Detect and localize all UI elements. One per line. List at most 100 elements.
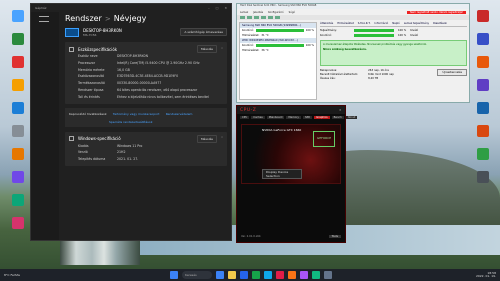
disk-health-bar — [255, 44, 304, 47]
app-icon — [12, 56, 24, 68]
taskbar-app-icon[interactable] — [228, 271, 236, 279]
breadcrumb-parent[interactable]: Rendszer — [65, 14, 102, 23]
link-system-protection[interactable]: Rendszervédelem — [166, 112, 193, 116]
cpuz-tab[interactable]: Bench — [331, 116, 344, 119]
toolbar-icon[interactable] — [268, 16, 273, 19]
disk-health-bar — [255, 29, 304, 32]
settings-window: Gépház – □ ✕ Rendszer > Névjegy DESKTOP-… — [30, 3, 232, 241]
cpuz-tab[interactable]: Mainboard — [266, 116, 285, 119]
hds-tab[interactable]: Napló — [392, 22, 399, 25]
spec-value: 16,0 GB — [117, 67, 130, 72]
spec-row: Memória mérete 16,0 GB — [69, 67, 223, 74]
rescan-button[interactable]: Újraszkennelés — [437, 69, 467, 76]
windows-spec-title: Windows-specifikáció — [78, 136, 121, 142]
chevron-up-icon[interactable]: ˄ — [221, 47, 223, 52]
hds-tab[interactable]: Lemez teljesítmény — [404, 22, 429, 25]
start-icon[interactable] — [170, 271, 178, 279]
hds-tab[interactable]: Hőmérséklet — [337, 22, 354, 25]
toolbar-icon[interactable] — [247, 16, 252, 19]
menu-help[interactable]: Súgó — [289, 11, 295, 14]
desktop-shortcut[interactable] — [468, 10, 498, 30]
window-title: Gépház — [35, 6, 47, 10]
menu-config[interactable]: Konfiguráció — [268, 11, 284, 14]
link-advanced-system-settings[interactable]: Speciális rendszerbeállítások — [109, 120, 152, 124]
spec-value: Ehhez a kijelzőhöz nincs tollbevitel, se… — [117, 94, 209, 99]
toolbar-icon[interactable] — [275, 16, 280, 19]
clock-date[interactable]: 2022. 01. 19. — [476, 274, 496, 279]
app-icon — [477, 56, 489, 68]
spec-value: Intel(R) Core(TM) i5-9400 CPU @ 2.90GHz … — [117, 60, 200, 65]
toolbar-icon[interactable] — [261, 16, 266, 19]
cpuz-tab[interactable]: About — [345, 116, 358, 119]
toolbar-icon[interactable] — [254, 16, 259, 19]
taskbar-app-icon[interactable] — [264, 271, 272, 279]
taskbar-app-icon[interactable] — [276, 271, 284, 279]
device-spec-header[interactable]: Eszközspecifikációk Másolás ˄ — [69, 45, 223, 53]
desktop-shortcut[interactable] — [468, 102, 498, 122]
spec-row: Rendszer típusa 64 bites operációs rendsz… — [69, 87, 223, 94]
desktop-shortcut[interactable] — [468, 79, 498, 99]
hd-sentinel-window: Hard Disk Sentinel 6.01 PRO - Samsung SS… — [236, 3, 470, 103]
cpuz-tab[interactable]: CPU — [240, 116, 250, 119]
minimize-icon[interactable]: – — [208, 6, 210, 10]
cpuz-tab[interactable]: Graphics — [314, 116, 330, 119]
breadcrumb-separator: > — [104, 14, 111, 23]
taskbar-app-icon[interactable] — [324, 271, 332, 279]
rename-pc-button[interactable]: A számítógép átnevezése — [180, 28, 227, 36]
taskbar-app-icon[interactable] — [288, 271, 296, 279]
toolbar-icon[interactable] — [240, 16, 245, 19]
performance-row: Teljesítmény: 100 % Kiváló — [320, 29, 467, 32]
copy-device-spec-button[interactable]: Másolás — [196, 45, 217, 53]
menu-disk[interactable]: Lemez — [240, 11, 248, 14]
page-title: Névjegy — [113, 14, 147, 23]
related-links-label: Kapcsolódó hivatkozások — [69, 111, 107, 116]
stat-value: 8,20 TB — [368, 77, 379, 80]
windows-spec-list: Kiadás Windows 11 Pro Verzió 21H2 Telepítés … — [69, 143, 223, 163]
health-row: Kondíció: 100 % Kiváló — [320, 34, 467, 37]
taskbar-app-icon[interactable] — [312, 271, 320, 279]
disk-temp-row: Hőmérséklet: 36 °C — [240, 48, 316, 53]
taskbar-app-icon[interactable] — [252, 271, 260, 279]
cpuz-tab[interactable]: Memory — [286, 116, 301, 119]
hds-tab[interactable]: Információ — [374, 22, 388, 25]
hds-tab[interactable]: Áttekintés — [320, 22, 333, 25]
hds-tab[interactable]: Riasztások — [433, 22, 447, 25]
app-icon — [477, 79, 489, 91]
close-icon[interactable]: ✕ — [224, 6, 227, 10]
desktop-shortcut[interactable] — [468, 33, 498, 53]
tools-button[interactable]: Tools — [328, 235, 341, 238]
taskbar: 8°C Felhős Keresés 18:58 2022. 01. 19. — [0, 269, 500, 281]
spec-value: 00330-80000-00000-AA977 — [117, 81, 162, 86]
taskbar-app-icon[interactable] — [300, 271, 308, 279]
desktop-shortcut[interactable] — [468, 171, 498, 191]
gpu-panel: NVIDIA GeForce GTX 1660 GEFORCE Display … — [241, 124, 341, 184]
hamburger-menu-icon[interactable] — [39, 16, 49, 22]
menu-report[interactable]: Jelentés — [253, 11, 263, 14]
cpuz-tab[interactable]: SPD — [302, 116, 313, 119]
app-icon — [12, 194, 24, 206]
unregistered-alert[interactable]: Nem regisztrált verzió. Kérem regisztrál… — [407, 10, 466, 14]
chevron-up-icon[interactable]: ˄ — [221, 136, 223, 141]
hds-tab[interactable]: S.M.A.R.T. — [358, 22, 371, 25]
display-device-select[interactable]: Display Device Selection — [262, 169, 302, 179]
device-spec-title: Eszközspecifikációk — [78, 46, 118, 52]
disk-health-label: Kondíció: — [242, 44, 254, 47]
taskbar-app-icon[interactable] — [240, 271, 248, 279]
app-icon — [12, 10, 24, 22]
desktop-shortcut[interactable] — [468, 125, 498, 145]
desktop-shortcut[interactable] — [468, 148, 498, 168]
windows-spec-header[interactable]: Windows-specifikáció Másolás ˄ — [69, 134, 223, 143]
desktop-shortcut[interactable] — [468, 56, 498, 76]
search-box[interactable]: Keresés — [182, 271, 212, 279]
window-controls: – □ ✕ — [208, 6, 227, 10]
monitor-icon — [65, 28, 79, 37]
copy-windows-spec-button[interactable]: Másolás — [196, 134, 217, 143]
taskbar-app-icon[interactable] — [216, 271, 224, 279]
close-icon[interactable]: ✕ — [339, 108, 342, 112]
cpuz-tab[interactable]: Caches — [251, 116, 265, 119]
device-header: DESKTOP-8H3RK0N MS-7C56 A számítógép átn… — [65, 28, 227, 37]
weather-widget[interactable]: 8°C Felhős — [4, 273, 20, 277]
maximize-icon[interactable]: □ — [216, 6, 219, 10]
link-domain-workgroup[interactable]: Tartomány vagy munkacsoport — [113, 112, 160, 116]
app-icon — [12, 102, 24, 114]
